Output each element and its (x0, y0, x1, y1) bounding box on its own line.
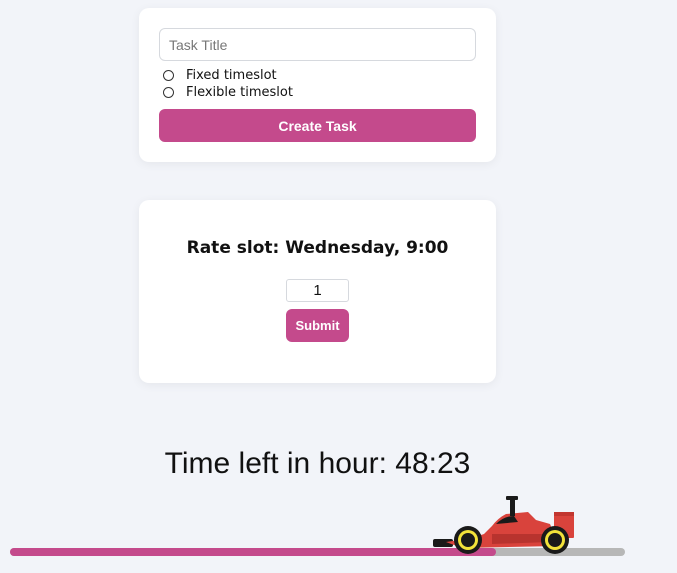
fixed-timeslot-radio[interactable] (163, 69, 174, 81)
flexible-timeslot-option[interactable]: Flexible timeslot (163, 83, 293, 101)
front-wheel-icon (454, 526, 482, 554)
time-progress-fill (10, 548, 496, 556)
flexible-timeslot-radio[interactable] (163, 86, 174, 98)
create-task-button[interactable]: Create Task (159, 109, 476, 142)
submit-button[interactable]: Submit (286, 309, 349, 342)
task-title-input[interactable] (159, 28, 476, 61)
fixed-timeslot-label: Fixed timeslot (186, 67, 277, 83)
rear-wheel-icon (541, 526, 569, 554)
rate-slot-title: Rate slot: Wednesday, 9:00 (186, 238, 449, 258)
fixed-timeslot-option[interactable]: Fixed timeslot (163, 66, 277, 84)
rate-slot-card: Rate slot: Wednesday, 9:00 Submit (139, 200, 496, 383)
create-task-card: Fixed timeslot Flexible timeslot Create … (139, 8, 496, 162)
rating-input[interactable] (286, 279, 349, 302)
time-left-text: Time left in hour: 48:23 (164, 447, 471, 480)
race-car-icon (433, 496, 574, 554)
flexible-timeslot-label: Flexible timeslot (186, 84, 293, 100)
